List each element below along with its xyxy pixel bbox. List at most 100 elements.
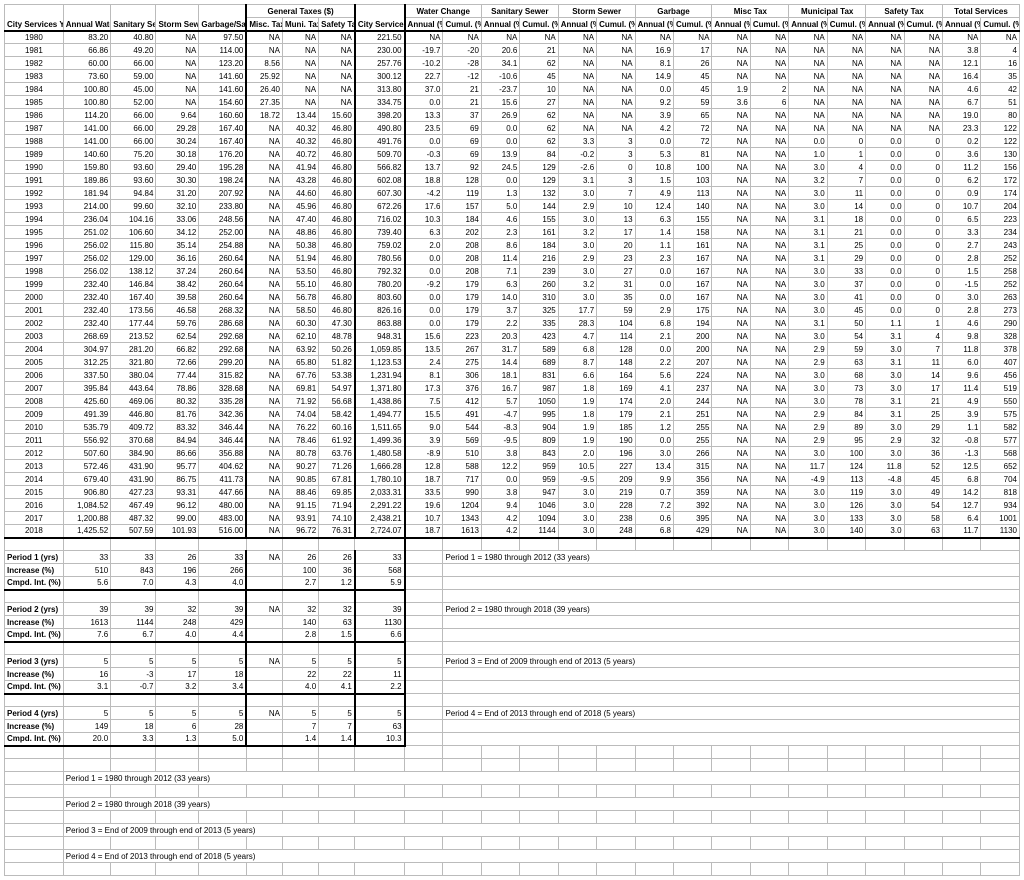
cell: 8.1	[635, 57, 673, 70]
cell: NA	[866, 122, 904, 135]
cell: 2.3	[481, 226, 519, 239]
cell: NA	[750, 330, 788, 343]
cell: 0	[904, 135, 942, 148]
col-header: Sanitary Sewer Cost ($)	[111, 5, 156, 31]
cell: 248	[597, 525, 635, 538]
cell: 4	[827, 161, 865, 174]
cell: 566.82	[355, 161, 405, 174]
cell: 30.30	[156, 174, 199, 187]
cell: 575	[981, 408, 1020, 421]
cell: 141.00	[63, 122, 110, 135]
cell: 154.60	[199, 96, 246, 109]
cell: 37	[443, 109, 481, 122]
cell: NA	[283, 57, 319, 70]
cell: 46.80	[319, 135, 355, 148]
cell: 904	[520, 421, 558, 434]
cell: 221.50	[355, 31, 405, 44]
cell: -1.3	[942, 447, 980, 460]
table-row: 2008425.60469.0680.32335.28NA71.9256.681…	[5, 395, 1020, 408]
cell: 1986	[5, 109, 64, 122]
cell: 14.2	[942, 486, 980, 499]
cell: 54	[904, 499, 942, 512]
period-summary: Period 1 (yrs)33332633NA262633Period 1 =…	[5, 538, 1020, 746]
cell: 30.24	[156, 135, 199, 148]
cell: 3	[597, 148, 635, 161]
cell: -9.5	[481, 434, 519, 447]
cell: 84	[520, 148, 558, 161]
cell: 16.4	[942, 70, 980, 83]
cell: 90.27	[283, 460, 319, 473]
cell: 1204	[443, 499, 481, 512]
cell: NA	[712, 200, 750, 213]
cell: 31.20	[156, 187, 199, 200]
cell: 300.12	[355, 70, 405, 83]
col-header: Municipal Tax	[789, 5, 866, 18]
cell: 260	[520, 278, 558, 291]
cell: NA	[827, 96, 865, 109]
cell: NA	[405, 31, 443, 44]
cell: 0.0	[405, 304, 443, 317]
cell: 14.9	[635, 70, 673, 83]
cell: 213.52	[111, 330, 156, 343]
cell: 93.91	[283, 512, 319, 525]
cell: 2.2	[481, 317, 519, 330]
cell: 167	[674, 265, 712, 278]
table-row: 2002232.40177.4459.76286.68NA60.3047.308…	[5, 317, 1020, 330]
cell: 179	[443, 304, 481, 317]
cell: NA	[904, 57, 942, 70]
cell: 652	[981, 460, 1020, 473]
cell: NA	[750, 109, 788, 122]
cell: 244	[674, 395, 712, 408]
cell: 179	[443, 317, 481, 330]
cell: 10.5	[558, 460, 596, 473]
cell: 582	[981, 421, 1020, 434]
cell: 312.25	[63, 356, 110, 369]
cell: 1980	[5, 31, 64, 44]
cell: 1.4	[635, 226, 673, 239]
sub-header: Cumul. (%)	[827, 18, 865, 31]
cell: 37.0	[405, 83, 443, 96]
cell: 86.75	[156, 473, 199, 486]
table-row: 1990159.8093.6029.40195.28NA41.9446.8056…	[5, 161, 1020, 174]
cell: NA	[750, 408, 788, 421]
cell: 232.40	[63, 278, 110, 291]
cell: 2004	[5, 343, 64, 356]
table-row: 20181,425.52507.59101.93516.00NA96.7276.…	[5, 525, 1020, 538]
cell: 161	[520, 226, 558, 239]
cell: 607.30	[355, 187, 405, 200]
cell: NA	[246, 122, 282, 135]
sub-header: Misc. Tax	[246, 18, 282, 31]
cell: NA	[789, 122, 827, 135]
cell: NA	[750, 460, 788, 473]
table-row: 2005312.25321.8072.66299.20NA65.8051.821…	[5, 356, 1020, 369]
cell: NA	[712, 447, 750, 460]
cell: 346.44	[199, 421, 246, 434]
cell: 7	[904, 343, 942, 356]
cell: 141.60	[199, 83, 246, 96]
cell: 1994	[5, 213, 64, 226]
cell: 160.60	[199, 109, 246, 122]
cell: NA	[904, 44, 942, 57]
cell: 1991	[5, 174, 64, 187]
cell: NA	[558, 122, 596, 135]
cell: 10.3	[405, 213, 443, 226]
cell: 2.9	[789, 408, 827, 421]
cell: 4.6	[481, 213, 519, 226]
cell: 716.02	[355, 213, 405, 226]
cell: 9.6	[942, 369, 980, 382]
col-header: Garbage	[635, 5, 712, 18]
cell: 304.97	[63, 343, 110, 356]
cell: 232.40	[63, 304, 110, 317]
cell: NA	[712, 330, 750, 343]
cell: 100	[827, 447, 865, 460]
cell: 93.31	[156, 486, 199, 499]
cell: 26.9	[481, 109, 519, 122]
cell: 69.85	[319, 486, 355, 499]
cell: 2015	[5, 486, 64, 499]
cell: 0.0	[635, 434, 673, 447]
cell: 404.62	[199, 460, 246, 473]
cell: 46.80	[319, 226, 355, 239]
cell: 224	[674, 369, 712, 382]
cell: 0.0	[866, 213, 904, 226]
cell: 71.26	[319, 460, 355, 473]
